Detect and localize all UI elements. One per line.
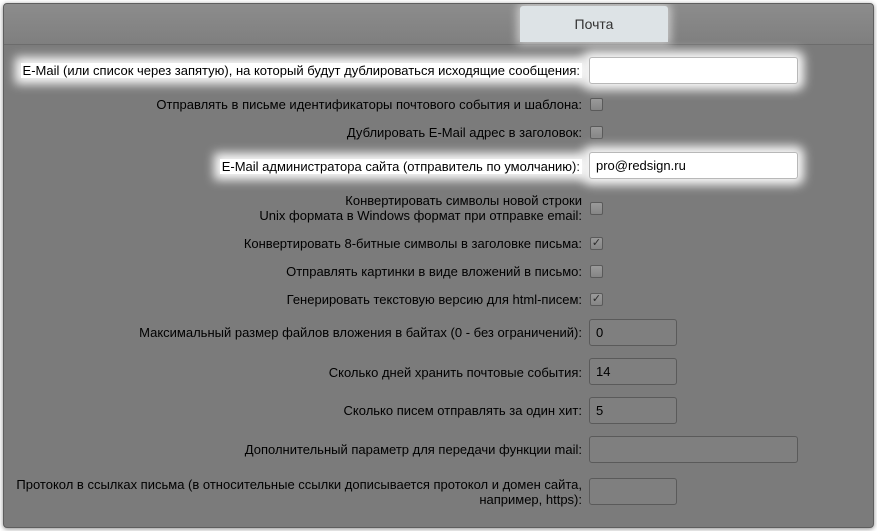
admin-email-input[interactable]: pro@redsign.ru — [589, 152, 798, 179]
dup-email-input[interactable] — [589, 57, 798, 84]
attach-images-checkbox[interactable] — [590, 265, 603, 278]
tab-bar: Почта — [4, 4, 873, 45]
convert-newlines-label-line2: Unix формата в Windows формат при отправ… — [259, 208, 582, 223]
check-icon: ✓ — [591, 237, 602, 249]
protocol-label: Протокол в ссылках письма (в относительн… — [16, 477, 582, 507]
protocol-label-line2: например, https): — [479, 492, 582, 507]
admin-email-label: E-Mail администратора сайта (отправитель… — [219, 159, 582, 174]
mail-param-input[interactable] — [589, 436, 798, 463]
convert-newlines-checkbox[interactable] — [590, 202, 603, 215]
convert-newlines-label: Конвертировать символы новой строки Unix… — [259, 193, 582, 223]
max-attach-label: Максимальный размер файлов вложения в ба… — [139, 325, 582, 340]
convert-newlines-label-line1: Конвертировать символы новой строки — [345, 193, 582, 208]
protocol-label-line1: Протокол в ссылках письма (в относительн… — [16, 477, 582, 492]
gen-text-checkbox[interactable]: ✓ — [590, 293, 603, 306]
tab-mail[interactable]: Почта — [520, 6, 668, 42]
attach-images-label: Отправлять картинки в виде вложений в пи… — [286, 264, 582, 279]
send-ids-checkbox[interactable] — [590, 98, 603, 111]
per-hit-input[interactable]: 5 — [589, 397, 677, 424]
mail-param-label: Дополнительный параметр для передачи фун… — [244, 442, 582, 457]
keep-days-label: Сколько дней хранить почтовые события: — [328, 365, 582, 380]
convert-8bit-label: Конвертировать 8-битные символы в заголо… — [243, 236, 582, 251]
keep-days-input[interactable]: 14 — [589, 358, 677, 385]
settings-panel: Почта E-Mail (или список через запятую),… — [3, 3, 874, 528]
protocol-input[interactable] — [589, 478, 677, 505]
check-icon: ✓ — [591, 293, 602, 305]
dup-header-label: Дублировать E-Mail адрес в заголовок: — [346, 125, 582, 140]
gen-text-label: Генерировать текстовую версию для html-п… — [286, 292, 582, 307]
convert-8bit-checkbox[interactable]: ✓ — [590, 237, 603, 250]
per-hit-label: Сколько писем отправлять за один хит: — [343, 403, 582, 418]
dup-header-checkbox[interactable] — [590, 126, 603, 139]
dup-email-label: E-Mail (или список через запятую), на ко… — [20, 63, 582, 78]
send-ids-label: Отправлять в письме идентификаторы почто… — [156, 97, 582, 112]
max-attach-input[interactable]: 0 — [589, 319, 677, 346]
